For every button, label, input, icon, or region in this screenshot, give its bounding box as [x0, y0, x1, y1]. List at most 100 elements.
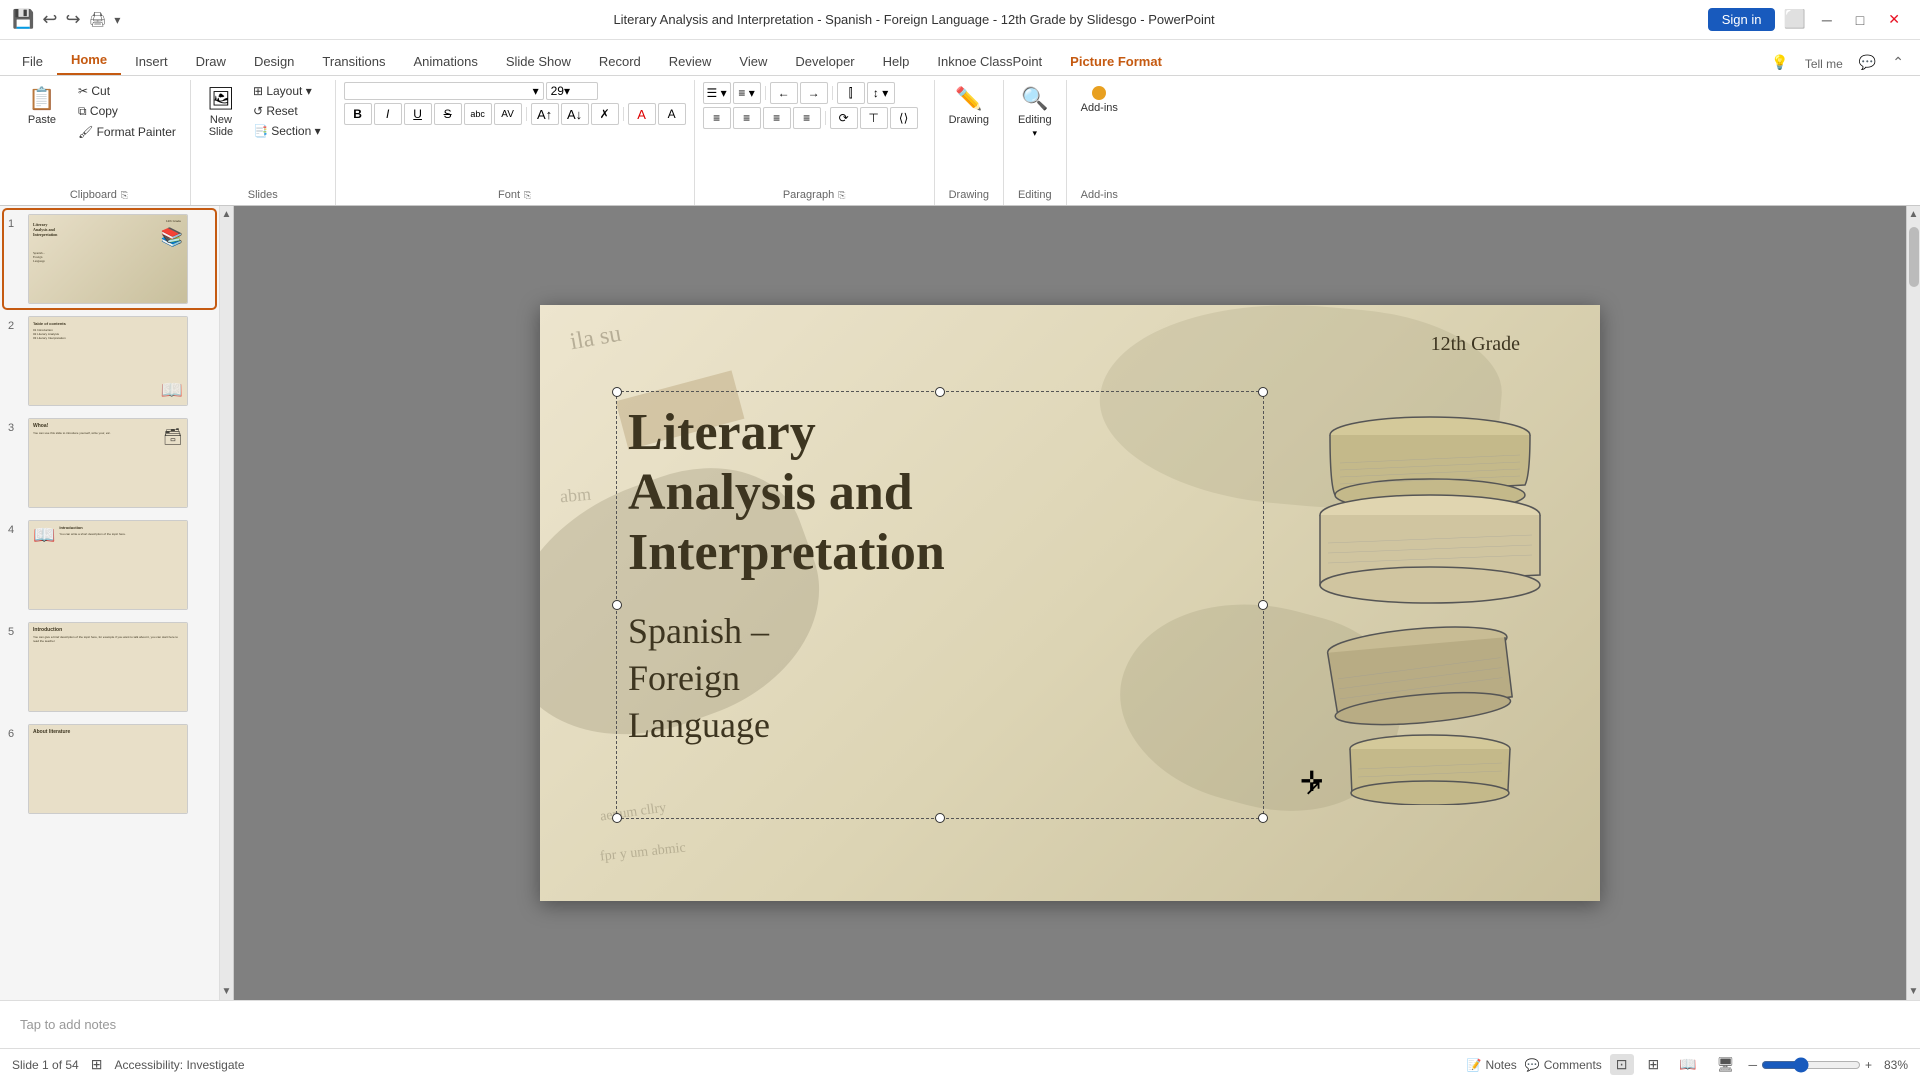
cut-button[interactable]: ✂ Cut [72, 82, 182, 100]
smartart-button[interactable]: ⟨⟩ [890, 107, 918, 129]
small-caps-button[interactable]: abc [464, 103, 492, 125]
section-button[interactable]: 📑 Section ▾ [247, 122, 327, 140]
tab-view[interactable]: View [725, 48, 781, 75]
new-slide-button[interactable]: 🖼 NewSlide [199, 82, 243, 142]
close-button[interactable]: ✕ [1880, 9, 1908, 30]
notes-bar[interactable]: Tap to add notes [0, 1000, 1920, 1048]
accessibility-info[interactable]: Accessibility: Investigate [114, 1058, 244, 1072]
columns-button[interactable]: ⫿ [837, 82, 865, 104]
slide-img-1[interactable]: LiteraryAnalysis andInterpretation Spani… [28, 214, 188, 304]
slide-panel[interactable]: 1 LiteraryAnalysis andInterpretation Spa… [0, 206, 220, 1000]
layout-button[interactable]: ⊞ Layout ▾ [247, 82, 327, 100]
increase-font-button[interactable]: A↑ [531, 103, 559, 125]
tab-record[interactable]: Record [585, 48, 655, 75]
minimize-button[interactable]: ─ [1814, 10, 1840, 30]
ribbon-display-icon[interactable]: ⬜ [1783, 9, 1805, 30]
zoom-slider[interactable] [1761, 1057, 1861, 1073]
add-ins-button[interactable]: Add-ins [1075, 82, 1124, 118]
clear-format-button[interactable]: ✗ [591, 103, 619, 125]
tab-review[interactable]: Review [655, 48, 726, 75]
slide-thumb-1[interactable]: 1 LiteraryAnalysis andInterpretation Spa… [4, 210, 215, 308]
comments-button[interactable]: 💬 Comments [1525, 1058, 1602, 1072]
tab-help[interactable]: Help [869, 48, 924, 75]
tab-design[interactable]: Design [240, 48, 308, 75]
numbering-button[interactable]: ≡ ▾ [733, 82, 761, 104]
notes-button[interactable]: 📝 Notes [1467, 1058, 1517, 1072]
tab-file[interactable]: File [8, 48, 57, 75]
tab-draw[interactable]: Draw [182, 48, 240, 75]
tab-slide-show[interactable]: Slide Show [492, 48, 585, 75]
font-size-dropdown[interactable]: 29 ▾ [546, 82, 598, 100]
tab-picture-format[interactable]: Picture Format [1056, 48, 1176, 75]
editing-button[interactable]: 🔍 Editing ▾ [1012, 82, 1058, 143]
para-expand-icon[interactable]: ⎘ [838, 190, 845, 201]
left-scrollbar[interactable]: ▲ ▼ [220, 206, 234, 1000]
scroll-bottom-arrow[interactable]: ▼ [1906, 983, 1920, 1000]
handle-top-left[interactable] [612, 387, 622, 397]
text-direction-button[interactable]: ⟳ [830, 107, 858, 129]
increase-indent-button[interactable]: → [800, 82, 828, 104]
decrease-font-button[interactable]: A↓ [561, 103, 589, 125]
handle-top-right[interactable] [1258, 387, 1268, 397]
maximize-button[interactable]: □ [1848, 10, 1872, 30]
presenter-view-button[interactable]: 🖥 [1711, 1054, 1741, 1075]
text-highlight-button[interactable]: A [658, 103, 686, 125]
tab-developer[interactable]: Developer [781, 48, 868, 75]
handle-bottom-center[interactable] [935, 813, 945, 823]
scroll-up-arrow[interactable]: ▲ [220, 206, 234, 223]
tab-animations[interactable]: Animations [400, 48, 492, 75]
italic-button[interactable]: I [374, 103, 402, 125]
slide-img-6[interactable]: About literature [28, 724, 188, 814]
slide-thumb-5[interactable]: 5 Introduction You can give a brief desc… [4, 618, 215, 716]
title-text-container[interactable]: Literary Analysis and Interpretation Spa… [620, 395, 1260, 815]
decrease-indent-button[interactable]: ← [770, 82, 798, 104]
align-right-button[interactable]: ≡ [763, 107, 791, 129]
redo-icon[interactable]: ↪ [66, 9, 81, 30]
font-name-dropdown[interactable]: ▾ [344, 82, 544, 100]
sign-in-button[interactable]: Sign in [1708, 8, 1776, 31]
handle-middle-right[interactable] [1258, 600, 1268, 610]
tab-insert[interactable]: Insert [121, 48, 182, 75]
slide-thumb-4[interactable]: 4 📖 Introduction You can write a short d… [4, 516, 215, 614]
bullets-button[interactable]: ☰ ▾ [703, 82, 731, 104]
scroll-down-arrow[interactable]: ▼ [220, 983, 234, 1000]
handle-bottom-right[interactable] [1258, 813, 1268, 823]
bold-button[interactable]: B [344, 103, 372, 125]
scroll-thumb[interactable] [1909, 227, 1919, 287]
slide-thumb-3[interactable]: 3 Whoa! You can use this slide to introd… [4, 414, 215, 512]
justify-button[interactable]: ≡ [793, 107, 821, 129]
slide-img-4[interactable]: 📖 Introduction You can write a short des… [28, 520, 188, 610]
handle-middle-left[interactable] [612, 600, 622, 610]
zoom-percent[interactable]: 83% [1876, 1058, 1908, 1072]
format-painter-button[interactable]: 🖌 Format Painter [72, 123, 182, 141]
drawing-button[interactable]: ✏️ Drawing [943, 82, 995, 130]
reading-view-button[interactable]: 📖 [1673, 1054, 1702, 1075]
fit-slide-icon[interactable]: ⊞ [91, 1056, 103, 1073]
ideas-icon[interactable]: 💡 [1763, 50, 1796, 75]
slide-img-3[interactable]: Whoa! You can use this slide to introduc… [28, 418, 188, 508]
canvas-area[interactable]: ▲ ▼ ila su abm aepum cllry fpr y um abmi… [220, 206, 1920, 1000]
char-spacing-button[interactable]: AV [494, 103, 522, 125]
comment-icon[interactable]: 💬 [1851, 50, 1884, 75]
slide-img-5[interactable]: Introduction You can give a brief descri… [28, 622, 188, 712]
line-spacing-button[interactable]: ↕ ▾ [867, 82, 895, 104]
paste-button[interactable]: 📋 Paste [16, 82, 68, 130]
save-icon[interactable]: 💾 [12, 9, 34, 30]
slide-canvas[interactable]: ila su abm aepum cllry fpr y um abmic 12… [540, 305, 1600, 901]
tab-transitions[interactable]: Transitions [308, 48, 399, 75]
tab-inknoe[interactable]: Inknoe ClassPoint [923, 48, 1056, 75]
strikethrough-button[interactable]: S [434, 103, 462, 125]
font-color-button[interactable]: A [628, 103, 656, 125]
autosave-icon[interactable]: 🖨 [89, 11, 107, 28]
align-text-button[interactable]: ⊤ [860, 107, 888, 129]
undo-icon[interactable]: ↩ [42, 9, 57, 30]
zoom-in-button[interactable]: + [1865, 1058, 1872, 1072]
handle-bottom-left[interactable] [612, 813, 622, 823]
tab-home[interactable]: Home [57, 46, 121, 75]
collapse-ribbon-icon[interactable]: ⌃ [1884, 50, 1912, 75]
slide-thumb-6[interactable]: 6 About literature [4, 720, 215, 818]
tell-me-label[interactable]: Tell me [1797, 53, 1851, 75]
slide-img-2[interactable]: Table of contents 01 Introduction02 Lite… [28, 316, 188, 406]
clipboard-expand-icon[interactable]: ⎘ [121, 190, 128, 201]
handle-top-center[interactable] [935, 387, 945, 397]
